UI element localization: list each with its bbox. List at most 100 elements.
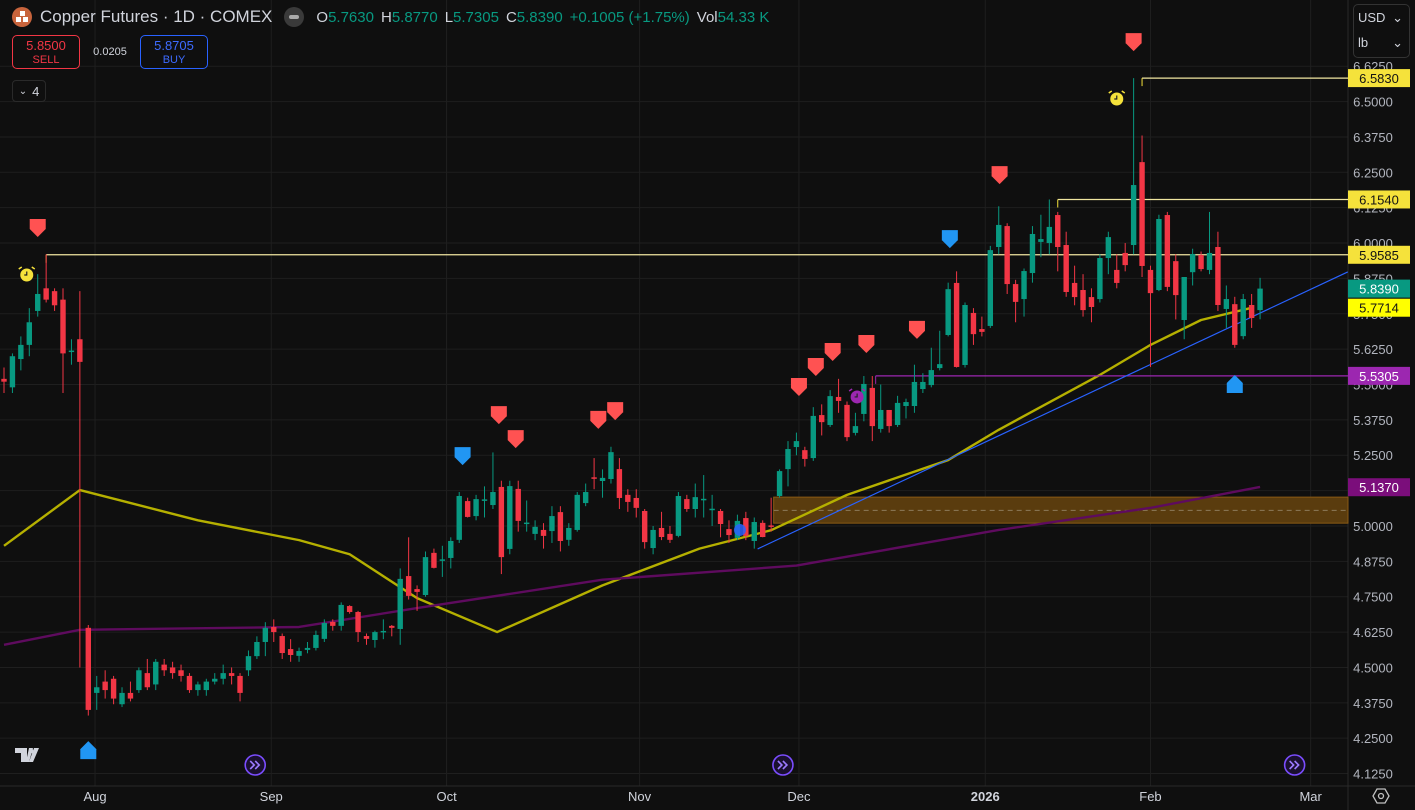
- candle-body: [650, 529, 656, 549]
- candle-body: [920, 381, 926, 390]
- copper-symbol-icon[interactable]: [12, 7, 32, 27]
- candle-body: [119, 692, 125, 705]
- candle-body: [1257, 288, 1263, 311]
- ohlc-c: C5.8390: [506, 9, 563, 26]
- unit-dropdown[interactable]: lb ⌄: [1354, 30, 1409, 55]
- candle-body: [1122, 252, 1128, 266]
- candle-body: [9, 356, 16, 388]
- candle-body: [1156, 218, 1162, 291]
- candle-body: [1038, 239, 1044, 242]
- candle-body: [1232, 304, 1238, 345]
- price-tick-label: 4.7500: [1353, 590, 1393, 605]
- buy-button[interactable]: 5.8705 BUY: [140, 35, 208, 69]
- candle: [1164, 211, 1171, 292]
- candle-body: [549, 516, 555, 532]
- hide-legend-button[interactable]: [284, 7, 305, 27]
- candle-body: [709, 508, 715, 511]
- price-chart[interactable]: 6.62506.50006.37506.25006.12506.00005.87…: [0, 0, 1415, 810]
- candle-body: [1071, 282, 1078, 298]
- candle: [456, 492, 462, 543]
- candle-body: [1088, 297, 1095, 307]
- currency-dropdown[interactable]: USD ⌄: [1354, 5, 1409, 30]
- ohlc-key: L: [444, 8, 454, 26]
- candle-body: [574, 494, 580, 530]
- time-tick-label: Aug: [83, 789, 106, 804]
- price-tag-label: 6.1540: [1359, 192, 1399, 207]
- candle-body: [1164, 215, 1171, 287]
- candle-body: [1181, 276, 1187, 321]
- candle-body: [363, 636, 370, 639]
- candle: [675, 492, 682, 538]
- price-tag-label: 5.7714: [1359, 301, 1399, 316]
- candle-body: [599, 477, 606, 481]
- candle-body: [355, 611, 361, 633]
- currency-value: USD: [1358, 10, 1386, 25]
- candle-body: [405, 576, 412, 596]
- candle-body: [464, 501, 471, 517]
- price-tag-label: 5.9585: [1359, 248, 1399, 263]
- price-tick-label: 5.2500: [1353, 448, 1393, 463]
- ohlc-value: 5.7305: [453, 8, 499, 26]
- indicators-collapse-button[interactable]: ⌄ 4: [12, 80, 46, 102]
- price-tag-label: 5.1370: [1359, 480, 1399, 495]
- candle-body: [633, 497, 639, 508]
- candle-body: [380, 630, 387, 633]
- replay-icon[interactable]: [772, 754, 794, 776]
- candle-body: [625, 494, 631, 502]
- candle-body: [43, 288, 49, 300]
- candle-body: [237, 675, 243, 693]
- sell-button[interactable]: 5.8500 SELL: [12, 35, 80, 69]
- candle: [85, 625, 91, 716]
- symbol-title[interactable]: Copper Futures · 1D · COMEX: [40, 7, 272, 27]
- candle-body: [1248, 305, 1255, 319]
- candle-body: [1097, 258, 1103, 300]
- candle-body: [422, 557, 429, 596]
- candle-body: [1198, 254, 1204, 270]
- ohlc-o: O5.7630: [316, 9, 374, 26]
- candle-body: [760, 522, 766, 538]
- price-tick-label: 4.5000: [1353, 660, 1393, 675]
- candle-body: [338, 604, 344, 626]
- candle-body: [1114, 269, 1120, 283]
- candle-body: [886, 409, 892, 427]
- candle-body: [945, 289, 951, 335]
- candle-body: [1130, 185, 1137, 246]
- chart-background: [0, 0, 1415, 810]
- volume: Vol54.33 K: [697, 9, 770, 26]
- candle-body: [1139, 162, 1145, 266]
- candle-body: [321, 623, 328, 639]
- candle-body: [51, 291, 58, 306]
- price-tag-label: 6.5830: [1359, 71, 1399, 86]
- sell-label: SELL: [32, 54, 60, 66]
- price-tag-label: 5.8390: [1359, 282, 1399, 297]
- candle-body: [1173, 261, 1179, 296]
- candle-body: [608, 452, 614, 480]
- buy-label: BUY: [162, 54, 186, 66]
- price-tick-label: 6.5000: [1353, 95, 1393, 110]
- price-change: +0.1005 (+1.75%): [569, 8, 690, 26]
- sell-price: 5.8500: [26, 38, 66, 53]
- candle-body: [928, 370, 934, 386]
- blue-dot-marker[interactable]: [733, 523, 746, 536]
- candle-body: [94, 687, 100, 693]
- currency-unit-selector[interactable]: USD ⌄ lb ⌄: [1353, 4, 1410, 58]
- candle: [945, 282, 951, 337]
- candle-body: [1029, 233, 1036, 274]
- time-tick-label: Oct: [436, 789, 457, 804]
- settings-icon[interactable]: [1372, 787, 1390, 805]
- time-tick-label: Feb: [1139, 789, 1161, 804]
- candle-body: [1240, 299, 1246, 337]
- candle-body: [819, 415, 825, 423]
- candle-body: [507, 486, 513, 549]
- candle-body: [203, 681, 210, 691]
- ohlc-value: 5.8770: [391, 8, 438, 26]
- candle: [608, 446, 614, 484]
- time-tick-label: 2026: [971, 789, 1000, 804]
- candle: [136, 667, 142, 693]
- replay-icon[interactable]: [244, 754, 267, 776]
- candle-body: [1046, 226, 1053, 244]
- candle-body: [279, 636, 285, 654]
- candle-body: [641, 510, 648, 543]
- replay-icon[interactable]: [1283, 754, 1306, 776]
- candle-body: [962, 305, 968, 365]
